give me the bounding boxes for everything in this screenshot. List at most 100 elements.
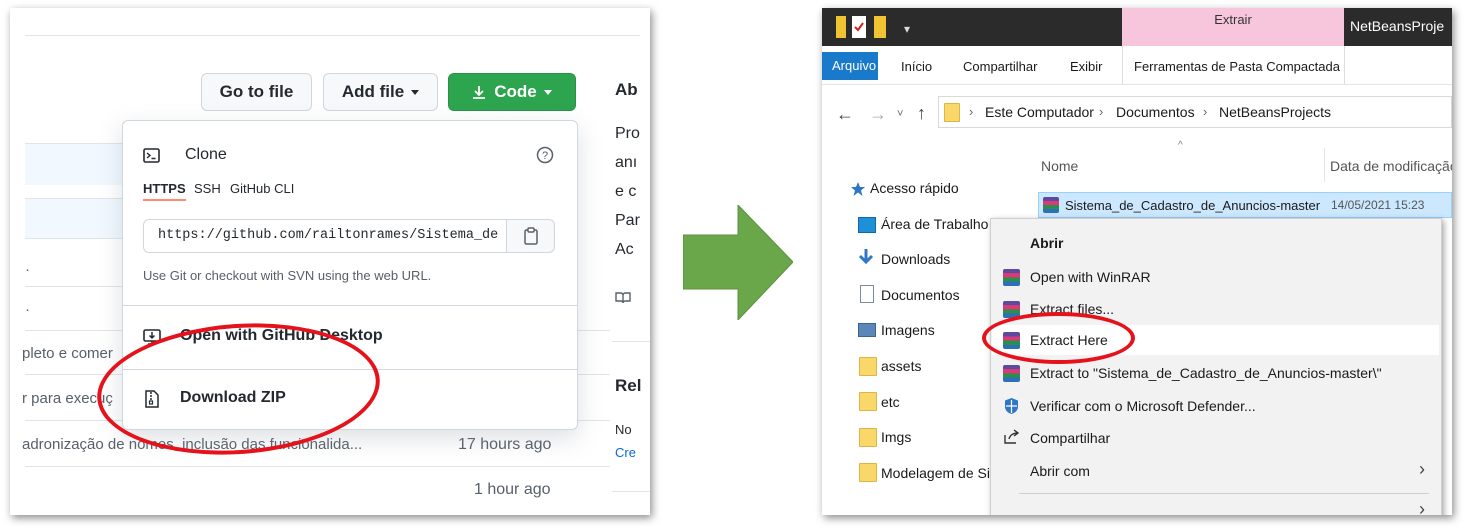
menu-item-extract-to[interactable]: Extract to "Sistema_de_Cadastro_de_Anunc…: [1030, 365, 1382, 381]
divider: [1344, 46, 1345, 84]
forward-arrow-icon[interactable]: →: [869, 104, 887, 125]
menu-item-verificar-defender[interactable]: Verificar com o Microsoft Defender...: [1030, 398, 1256, 414]
document-icon: [860, 285, 874, 303]
explorer-panel: ▾ Extrair NetBeansProje Arquivo Início C…: [822, 8, 1452, 515]
caret-down-icon: [411, 89, 420, 95]
address-bar[interactable]: › Este Computador › Documentos › NetBean…: [938, 96, 1452, 128]
breadcrumb-item[interactable]: Documentos: [1116, 104, 1195, 120]
context-menu: Abrir Open with WinRAR Extract files... …: [990, 218, 1442, 515]
create-release-link[interactable]: Cre: [615, 445, 636, 460]
tab-https[interactable]: HTTPS: [143, 181, 186, 201]
menu-item-compartilhar[interactable]: Compartilhar: [1030, 430, 1110, 446]
divider: [25, 466, 610, 467]
clone-url-text: https://github.com/railtonrames/Sistema_…: [158, 228, 498, 243]
go-to-file-button[interactable]: Go to file: [201, 73, 312, 111]
sidebar-item-documentos[interactable]: Documentos: [881, 287, 960, 303]
properties-icon[interactable]: [852, 16, 866, 38]
sidebar-item-assets[interactable]: assets: [881, 358, 921, 374]
share-icon: [1003, 429, 1020, 450]
sidebar-item-etc[interactable]: etc: [881, 394, 900, 410]
tab-ferramentas[interactable]: Ferramentas de Pasta Compactada: [1134, 59, 1340, 74]
column-date[interactable]: Data de modificação: [1330, 158, 1452, 174]
commit-time: 17 hours ago: [458, 436, 552, 453]
desktop-icon: [858, 217, 876, 233]
breadcrumb-separator: ›: [969, 104, 974, 119]
clone-url-field[interactable]: https://github.com/railtonrames/Sistema_…: [143, 219, 555, 253]
folder-icon: [859, 392, 877, 411]
tab-compartilhar[interactable]: Compartilhar: [963, 59, 1037, 74]
column-name[interactable]: Nome: [1041, 158, 1078, 174]
quick-access-folder-icon[interactable]: [836, 16, 846, 38]
file-date: 14/05/2021 15:23: [1331, 198, 1425, 212]
sidebar-item-area-de-trabalho[interactable]: Área de Trabalho: [881, 216, 988, 232]
clone-title: Clone: [185, 146, 227, 163]
dropdown-arrow-icon[interactable]: ▾: [904, 22, 910, 36]
winrar-icon: [1003, 269, 1020, 286]
shield-icon: [1003, 397, 1020, 420]
tab-inicio[interactable]: Início: [901, 59, 932, 74]
window-title: NetBeansProje: [1350, 18, 1445, 34]
tab-arquivo[interactable]: Arquivo: [822, 52, 878, 80]
divider: [1324, 148, 1325, 182]
about-text: Pro: [615, 125, 640, 142]
divider: [25, 35, 640, 36]
download-arrow-icon: [858, 248, 874, 271]
commit-message[interactable]: pleto e comer: [22, 345, 113, 362]
file-name: Sistema_de_Cadastro_de_Anuncios-master: [1065, 198, 1321, 213]
menu-item-open-with-winrar[interactable]: Open with WinRAR: [1030, 269, 1151, 285]
highlight-circle: [982, 312, 1135, 364]
about-heading: Ab: [615, 80, 638, 99]
back-arrow-icon[interactable]: ←: [836, 104, 854, 125]
sidebar-item-imgs[interactable]: Imgs: [881, 429, 911, 445]
tab-exibir[interactable]: Exibir: [1070, 59, 1103, 74]
divider: [25, 286, 125, 287]
releases-text: No: [615, 422, 632, 437]
releases-heading: Rel: [615, 376, 642, 395]
divider: [612, 491, 650, 492]
menu-item-abrir[interactable]: Abrir: [1030, 235, 1063, 251]
help-icon[interactable]: ?: [536, 146, 554, 164]
menu-item-abrir-com[interactable]: Abrir com: [1030, 463, 1090, 479]
breadcrumb-separator: ›: [1203, 104, 1208, 119]
about-text: anı: [615, 154, 638, 171]
list-row-highlight: [25, 143, 125, 185]
tab-arquivo-label: Arquivo: [832, 58, 877, 73]
tools-tab-header: Extrair: [1122, 8, 1344, 46]
caret-down-icon: [543, 89, 552, 95]
list-fragment: ·: [25, 261, 30, 278]
chevron-right-icon: ›: [1419, 459, 1425, 479]
code-button[interactable]: Code: [448, 73, 576, 111]
folder-icon: [859, 463, 877, 482]
sort-indicator-icon: ^: [1178, 140, 1183, 151]
breadcrumb-separator: ›: [1099, 104, 1104, 119]
up-arrow-icon[interactable]: ↑: [917, 103, 926, 124]
winrar-icon: [1003, 365, 1020, 382]
sidebar-item-imagens[interactable]: Imagens: [881, 322, 935, 338]
clipboard-icon[interactable]: [523, 227, 539, 250]
tab-github-cli[interactable]: GitHub CLI: [230, 181, 294, 196]
github-panel: Ab Pro anı e c Par Ac Rel No Cre · · ple…: [10, 8, 650, 515]
clone-hint: Use Git or checkout with SVN using the w…: [143, 268, 432, 283]
divider: [612, 341, 650, 342]
chevron-right-icon: ›: [1419, 499, 1425, 515]
divider: [25, 198, 125, 199]
add-file-button[interactable]: Add file: [323, 73, 438, 111]
selected-file-row[interactable]: Sistema_de_Cadastro_de_Anuncios-master 1…: [1038, 192, 1452, 218]
sidebar-item-modelagem[interactable]: Modelagem de Sist: [881, 465, 1001, 481]
recent-dropdown-icon[interactable]: ˅: [897, 108, 903, 120]
sidebar-item-acesso-rapido[interactable]: Acesso rápido: [870, 180, 959, 196]
commit-time: 1 hour ago: [474, 481, 551, 498]
breadcrumb-item[interactable]: Este Computador: [985, 104, 1094, 120]
list-fragment: ·: [25, 301, 30, 318]
folder-icon: [859, 428, 877, 447]
divider: [25, 143, 125, 144]
about-text: Par: [615, 212, 640, 229]
new-folder-icon[interactable]: [874, 16, 886, 38]
star-icon: [850, 181, 866, 202]
sidebar-item-downloads[interactable]: Downloads: [881, 251, 950, 267]
go-to-file-label: Go to file: [219, 82, 294, 101]
breadcrumb-item[interactable]: NetBeansProjects: [1219, 104, 1331, 120]
tab-ssh[interactable]: SSH: [194, 181, 221, 196]
about-text: Ac: [615, 241, 634, 258]
right-arrow-icon: [682, 203, 794, 322]
